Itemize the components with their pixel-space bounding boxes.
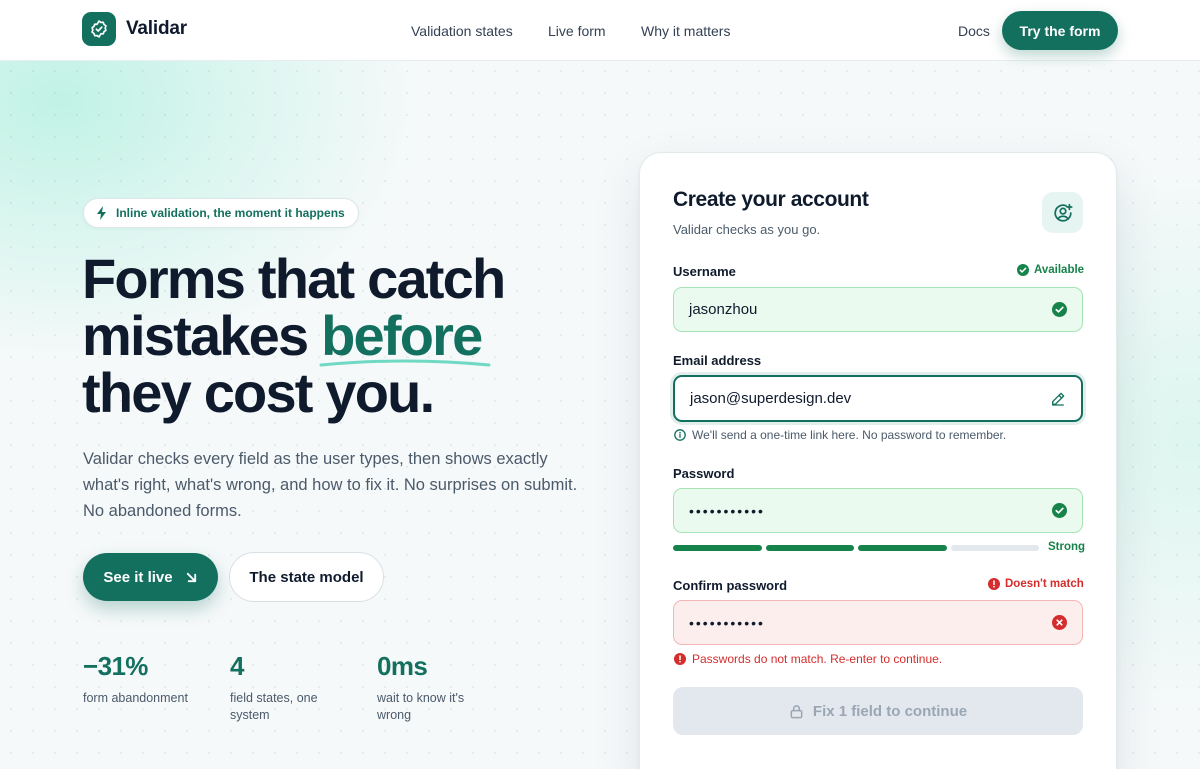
confirm-password-label: Confirm password <box>673 578 788 593</box>
nav-link-validation-states[interactable]: Validation states <box>411 23 513 39</box>
username-status-text: Available <box>1034 264 1085 276</box>
password-strength-meter <box>673 545 1039 551</box>
stat-label-wait: wait to know it's wrong <box>377 691 465 722</box>
x-circle-icon[interactable] <box>1052 615 1067 630</box>
check-circle-icon <box>1052 302 1067 317</box>
see-it-live-label: See it live <box>103 568 173 586</box>
arrow-down-right-icon <box>185 571 198 584</box>
bolt-icon <box>96 206 108 220</box>
state-model-button[interactable]: The state model <box>229 552 384 602</box>
info-icon <box>674 429 686 441</box>
brand-name[interactable]: Validar <box>126 18 187 40</box>
strength-segment <box>673 545 762 551</box>
username-input[interactable]: jasonzhou <box>673 287 1083 332</box>
stat-label-abandonment: form abandonment <box>83 691 188 705</box>
nav-link-docs[interactable]: Docs <box>958 23 990 39</box>
hero-badge: Inline validation, the moment it happens <box>83 198 359 228</box>
logo-badge-check-icon[interactable] <box>82 12 116 46</box>
card-subtitle: Validar checks as you go. <box>673 222 821 237</box>
signup-card <box>639 152 1117 769</box>
email-label: Email address <box>673 353 762 368</box>
card-title: Create your account <box>673 188 869 211</box>
password-strength-label: Strong <box>1048 541 1086 553</box>
hero-subtext: Validar checks every field as the user t… <box>83 450 578 520</box>
email-value: jason@superdesign.dev <box>690 390 852 407</box>
username-status: Available <box>1017 264 1084 276</box>
lock-icon <box>789 704 804 719</box>
user-plus-icon <box>1042 192 1083 233</box>
username-label: Username <box>673 264 736 279</box>
stat-value-wait: 0ms <box>377 651 428 681</box>
password-label: Password <box>673 466 735 481</box>
hero-headline: Forms that catch mistakes before they co… <box>82 250 602 421</box>
confirm-status: Doesn't match <box>988 578 1084 590</box>
submit-label: Fix 1 field to continue <box>812 702 968 720</box>
headline-accent: before <box>319 307 491 367</box>
top-nav: Validar Validation states Live form Why … <box>0 0 1200 61</box>
confirm-password-value: ••••••••••• <box>689 614 765 631</box>
alert-circle-icon <box>988 578 1000 590</box>
password-value: ••••••••••• <box>689 502 765 519</box>
nav-link-live-form[interactable]: Live form <box>548 23 606 39</box>
password-input[interactable]: ••••••••••• <box>673 488 1083 533</box>
stat-value-field-states: 4 <box>230 651 244 681</box>
headline-line-1: Forms that catch <box>82 247 506 310</box>
stat-label-field-states: field states, one system <box>230 691 318 722</box>
alert-circle-icon <box>674 653 686 665</box>
see-it-live-button[interactable]: See it live <box>83 553 218 601</box>
email-helper-text: We'll send a one-time link here. No pass… <box>692 428 1007 442</box>
strength-segment <box>858 545 947 551</box>
submit-button[interactable]: Fix 1 field to continue <box>673 687 1083 735</box>
pencil-icon <box>1050 391 1066 407</box>
confirm-error: Passwords do not match. Re-enter to cont… <box>674 652 942 666</box>
try-the-form-button[interactable]: Try the form <box>1002 11 1118 50</box>
check-circle-icon <box>1017 264 1029 276</box>
strength-segment <box>765 545 854 551</box>
stat-value-abandonment: −31% <box>83 651 148 681</box>
check-circle-icon <box>1052 503 1067 518</box>
strength-segment <box>950 545 1039 551</box>
hero-badge-text: Inline validation, the moment it happens <box>116 206 345 220</box>
confirm-error-text: Passwords do not match. Re-enter to cont… <box>692 652 943 666</box>
accent-underline <box>319 359 491 367</box>
confirm-password-input[interactable]: ••••••••••• <box>673 600 1083 645</box>
nav-link-why-it-matters[interactable]: Why it matters <box>641 23 730 39</box>
email-helper: We'll send a one-time link here. No pass… <box>674 428 1006 442</box>
username-value: jasonzhou <box>689 301 758 318</box>
confirm-status-text: Doesn't match <box>1005 578 1084 590</box>
headline-line-2a: mistakes <box>82 304 322 367</box>
email-input[interactable]: jason@superdesign.dev <box>673 375 1083 422</box>
